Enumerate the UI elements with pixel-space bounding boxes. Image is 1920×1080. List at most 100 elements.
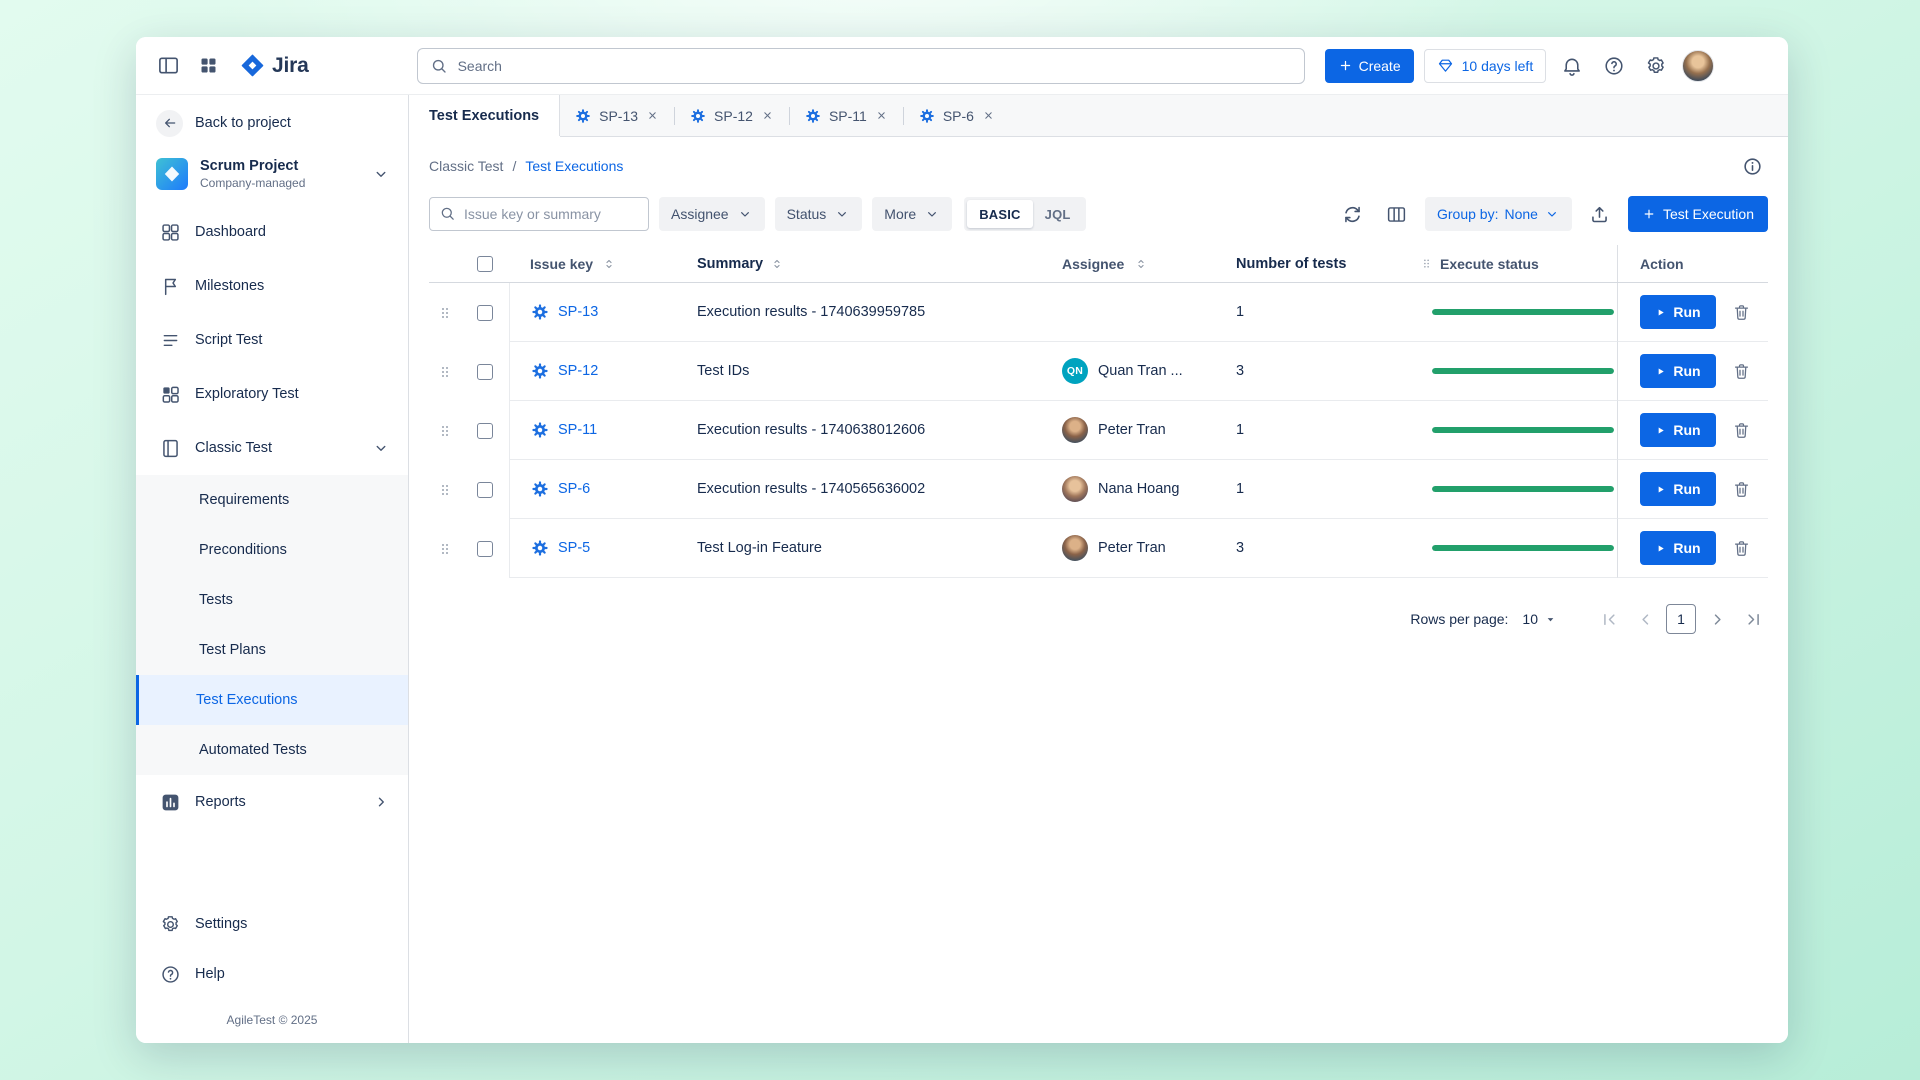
sidebar-item-tests[interactable]: Tests [136, 575, 408, 625]
export-button[interactable] [1584, 198, 1616, 230]
sidebar-item-automated-tests[interactable]: Automated Tests [136, 725, 408, 775]
issue-filter-input[interactable] [429, 197, 649, 231]
sidebar-item-test-executions[interactable]: Test Executions [136, 675, 408, 725]
sort-icon[interactable] [602, 257, 616, 271]
issue-summary[interactable]: Execution results - 1740639959785 [697, 304, 925, 320]
close-icon[interactable] [646, 109, 659, 122]
issue-key-link[interactable]: SP-5 [558, 540, 590, 556]
column-header-number-of-tests[interactable]: Number of tests [1221, 245, 1406, 282]
sort-icon[interactable] [770, 257, 784, 271]
pagination-last-button[interactable] [1738, 604, 1768, 634]
pagination-current-page[interactable]: 1 [1666, 604, 1696, 634]
drag-handle-icon[interactable] [1420, 257, 1433, 270]
issue-summary[interactable]: Execution results - 1740638012606 [697, 422, 925, 438]
issue-key-link[interactable]: SP-6 [558, 481, 590, 497]
trial-days-left-button[interactable]: 10 days left [1424, 49, 1547, 83]
row-checkbox[interactable] [477, 423, 493, 439]
select-all-checkbox[interactable] [477, 256, 493, 272]
delete-button[interactable] [1730, 419, 1753, 442]
sidebar-item-dashboard[interactable]: Dashboard [136, 205, 408, 259]
rows-per-page-select[interactable]: 10 [1522, 611, 1558, 627]
sidebar-toggle-button[interactable] [152, 50, 184, 82]
row-drag-handle[interactable] [429, 460, 461, 519]
row-checkbox[interactable] [477, 482, 493, 498]
back-to-project-button[interactable]: Back to project [136, 103, 408, 143]
global-search-input[interactable] [417, 48, 1305, 84]
sidebar-item-preconditions[interactable]: Preconditions [136, 525, 408, 575]
issue-summary[interactable]: Test Log-in Feature [697, 540, 822, 556]
row-drag-handle[interactable] [429, 342, 461, 401]
sidebar-item-test-plans[interactable]: Test Plans [136, 625, 408, 675]
column-header-assignee[interactable]: Assignee [1036, 245, 1221, 282]
project-switcher[interactable]: Scrum Project Company-managed [136, 143, 408, 205]
sidebar-item-classic-test[interactable]: Classic Test [136, 421, 408, 475]
app-switcher-button[interactable] [192, 50, 224, 82]
row-checkbox[interactable] [477, 305, 493, 321]
run-button[interactable]: Run [1640, 531, 1716, 565]
close-icon[interactable] [982, 109, 995, 122]
close-icon[interactable] [761, 109, 774, 122]
tab-sp-6[interactable]: SP-6 [904, 95, 1010, 136]
row-checkbox[interactable] [477, 541, 493, 557]
pagination-prev-button[interactable] [1630, 604, 1660, 634]
breadcrumb-current[interactable]: Test Executions [525, 158, 623, 174]
run-button[interactable]: Run [1640, 354, 1716, 388]
add-test-execution-button[interactable]: Test Execution [1628, 196, 1768, 232]
columns-config-button[interactable] [1381, 198, 1413, 230]
sidebar-item-exploratory-test[interactable]: Exploratory Test [136, 367, 408, 421]
assignee-avatar[interactable] [1062, 535, 1088, 561]
jql-mode-toggle[interactable]: JQL [1033, 200, 1083, 228]
create-button[interactable]: Create [1325, 49, 1414, 83]
sidebar-item-help[interactable]: Help [136, 949, 408, 999]
sidebar-item-settings[interactable]: Settings [136, 899, 408, 949]
close-icon[interactable] [875, 109, 888, 122]
issue-summary[interactable]: Execution results - 1740565636002 [697, 481, 925, 497]
tab-sp-11[interactable]: SP-11 [790, 95, 903, 136]
column-header-execute-status[interactable]: Execute status [1406, 245, 1618, 282]
refresh-button[interactable] [1337, 198, 1369, 230]
help-button[interactable] [1598, 50, 1630, 82]
settings-button[interactable] [1640, 50, 1672, 82]
sidebar-item-requirements[interactable]: Requirements [136, 475, 408, 525]
pagination-next-button[interactable] [1702, 604, 1732, 634]
play-icon [1655, 425, 1666, 436]
issue-key-link[interactable]: SP-13 [558, 304, 598, 320]
group-by-dropdown[interactable]: Group by: None [1425, 197, 1572, 231]
assignee-avatar[interactable] [1062, 417, 1088, 443]
notifications-button[interactable] [1556, 50, 1588, 82]
delete-button[interactable] [1730, 301, 1753, 324]
sort-icon[interactable] [1134, 257, 1148, 271]
basic-mode-toggle[interactable]: BASIC [967, 200, 1032, 228]
issue-summary[interactable]: Test IDs [697, 363, 749, 379]
more-filter-dropdown[interactable]: More [872, 197, 952, 231]
delete-button[interactable] [1730, 478, 1753, 501]
tab-test-executions[interactable]: Test Executions [409, 95, 560, 136]
sidebar-item-reports[interactable]: Reports [136, 775, 408, 829]
row-drag-handle[interactable] [429, 519, 461, 578]
column-header-summary[interactable]: Summary [697, 245, 1036, 282]
breadcrumb-parent[interactable]: Classic Test [429, 158, 503, 174]
assignee-avatar[interactable] [1062, 476, 1088, 502]
issue-key-link[interactable]: SP-11 [558, 422, 597, 438]
tab-sp-13[interactable]: SP-13 [560, 95, 674, 136]
sidebar-item-milestones[interactable]: Milestones [136, 259, 408, 313]
column-header-issue-key[interactable]: Issue key [509, 245, 697, 282]
assignee-filter-dropdown[interactable]: Assignee [659, 197, 765, 231]
row-drag-handle[interactable] [429, 283, 461, 342]
pagination-first-button[interactable] [1594, 604, 1624, 634]
sidebar-item-script-test[interactable]: Script Test [136, 313, 408, 367]
row-checkbox[interactable] [477, 364, 493, 380]
delete-button[interactable] [1730, 360, 1753, 383]
jira-logo[interactable]: Jira [240, 53, 309, 78]
delete-button[interactable] [1730, 537, 1753, 560]
issue-key-link[interactable]: SP-12 [558, 363, 598, 379]
user-avatar[interactable] [1682, 50, 1714, 82]
run-button[interactable]: Run [1640, 472, 1716, 506]
run-button[interactable]: Run [1640, 295, 1716, 329]
tab-sp-12[interactable]: SP-12 [675, 95, 789, 136]
status-filter-dropdown[interactable]: Status [775, 197, 863, 231]
run-button[interactable]: Run [1640, 413, 1716, 447]
assignee-avatar[interactable]: QN [1062, 358, 1088, 384]
page-info-button[interactable] [1736, 150, 1768, 182]
row-drag-handle[interactable] [429, 401, 461, 460]
